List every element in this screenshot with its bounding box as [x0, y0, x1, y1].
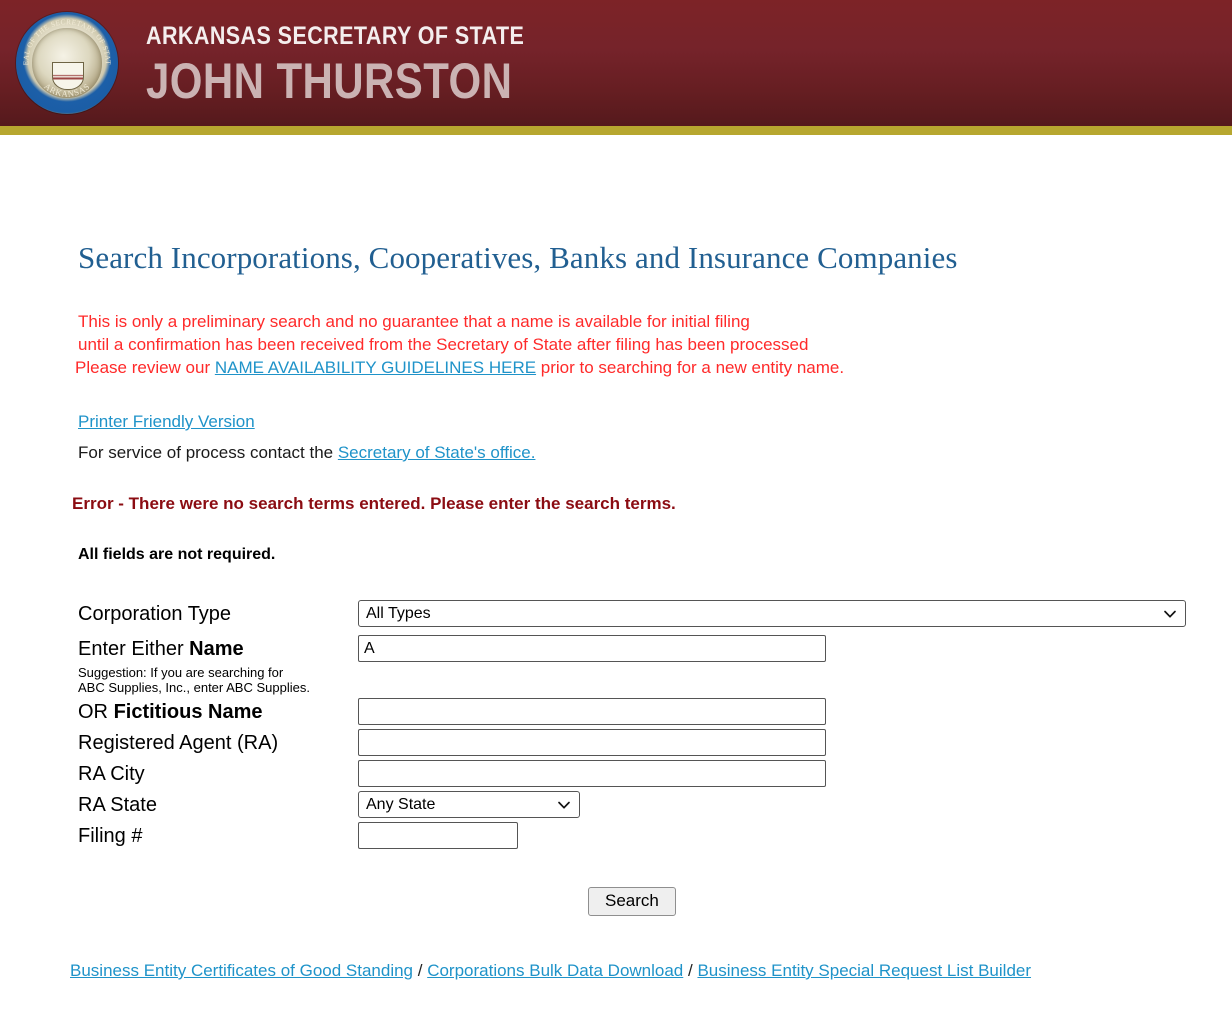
state-seal-icon: SEAL OF THE SECRETARY OF STATE ARKANSAS: [16, 12, 118, 114]
row-filing-number: Filing #: [78, 822, 1208, 850]
footer-links: Business Entity Certificates of Good Sta…: [70, 961, 1208, 981]
row-entity-name: Enter Either Name Suggestion: If you are…: [78, 635, 1208, 695]
chevron-down-icon: [1164, 610, 1176, 618]
ra-city-input[interactable]: [358, 760, 826, 787]
printer-friendly-row: Printer Friendly Version: [78, 412, 1208, 432]
printer-friendly-version-link[interactable]: Printer Friendly Version: [78, 412, 255, 431]
search-button[interactable]: Search: [588, 887, 676, 916]
footer-separator-1: /: [413, 961, 428, 980]
preliminary-search-notice: This is only a preliminary search and no…: [75, 310, 1208, 379]
notice-line-3: Please review our NAME AVAILABILITY GUID…: [75, 356, 1208, 379]
corporation-type-control: All Types: [358, 600, 1208, 627]
svg-text:ARKANSAS: ARKANSAS: [42, 81, 91, 99]
ra-state-value: Any State: [366, 796, 436, 813]
row-fictitious-name: OR Fictitious Name: [78, 698, 1208, 726]
fields-required-note: All fields are not required.: [78, 546, 276, 563]
fictitious-name-control: [358, 698, 1208, 725]
notice-line-1: This is only a preliminary search and no…: [78, 312, 750, 331]
entity-name-label-bold: Name: [189, 638, 244, 660]
entity-name-label: Enter Either Name: [78, 635, 358, 663]
entity-name-input[interactable]: [358, 635, 826, 662]
fictitious-name-label-bold: Fictitious Name: [113, 701, 263, 723]
fictitious-name-input[interactable]: [358, 698, 826, 725]
entity-name-control: [358, 635, 1208, 662]
state-seal-ring-text: SEAL OF THE SECRETARY OF STATE ARKANSAS: [16, 12, 113, 99]
registered-agent-control: [358, 729, 1208, 756]
row-corporation-type: Corporation Type All Types: [78, 600, 1208, 628]
search-button-row: Search: [78, 887, 1208, 916]
entity-name-suggestion-line-1: Suggestion: If you are searching for: [78, 665, 284, 680]
agency-name: ARKANSAS SECRETARY OF STATE: [146, 22, 525, 50]
row-ra-state: RA State Any State: [78, 791, 1208, 819]
bulk-data-download-link[interactable]: Corporations Bulk Data Download: [427, 961, 683, 980]
entity-name-suggestion-line-2: ABC Supplies, Inc., enter ABC Supplies.: [78, 680, 310, 695]
gold-divider-bar: [0, 126, 1232, 135]
corporation-type-select[interactable]: All Types: [358, 600, 1186, 627]
fictitious-name-label-prefix: OR: [78, 701, 114, 723]
entity-name-label-block: Enter Either Name Suggestion: If you are…: [78, 635, 358, 695]
corporation-type-label: Corporation Type: [78, 603, 232, 625]
ra-state-control: Any State: [358, 791, 1208, 818]
main-content: Search Incorporations, Cooperatives, Ban…: [0, 135, 1232, 981]
chevron-down-icon: [558, 801, 570, 809]
good-standing-certificates-link[interactable]: Business Entity Certificates of Good Sta…: [70, 961, 413, 980]
notice-line-2: until a confirmation has been received f…: [78, 335, 809, 354]
header-titles: ARKANSAS SECRETARY OF STATE JOHN THURSTO…: [146, 22, 586, 108]
filing-number-control: [358, 822, 1208, 849]
row-ra-city: RA City: [78, 760, 1208, 788]
official-name: JOHN THURSTON: [146, 53, 513, 109]
entity-search-form: Corporation Type All Types Enter Either …: [78, 600, 1208, 916]
corporation-type-value: All Types: [366, 605, 431, 622]
svg-text:SEAL OF THE SECRETARY OF STATE: SEAL OF THE SECRETARY OF STATE: [16, 12, 113, 65]
ra-city-label: RA City: [78, 763, 145, 785]
filing-number-input[interactable]: [358, 822, 518, 849]
footer-separator-2: /: [683, 961, 698, 980]
name-availability-guidelines-link[interactable]: NAME AVAILABILITY GUIDELINES HERE: [215, 358, 536, 377]
filing-number-label: Filing #: [78, 825, 143, 847]
notice-line-3-after: prior to searching for a new entity name…: [536, 358, 845, 377]
registered-agent-input[interactable]: [358, 729, 826, 756]
special-request-list-builder-link[interactable]: Business Entity Special Request List Bui…: [697, 961, 1031, 980]
entity-name-label-prefix: Enter Either: [78, 638, 190, 660]
ra-state-select[interactable]: Any State: [358, 791, 580, 818]
error-message: Error - There were no search terms enter…: [72, 494, 676, 513]
fictitious-name-label: OR Fictitious Name: [78, 698, 358, 726]
notice-line-3-before: Please review our: [75, 358, 215, 377]
secretary-of-state-office-link[interactable]: Secretary of State's office.: [338, 443, 536, 462]
page-title: Search Incorporations, Cooperatives, Ban…: [78, 240, 958, 275]
service-of-process-text: For service of process contact the: [78, 443, 338, 462]
row-registered-agent: Registered Agent (RA): [78, 729, 1208, 757]
service-of-process-row: For service of process contact the Secre…: [78, 443, 1208, 463]
ra-state-label: RA State: [78, 794, 157, 816]
site-header: SEAL OF THE SECRETARY OF STATE ARKANSAS …: [0, 0, 1232, 126]
entity-name-suggestion: Suggestion: If you are searching for ABC…: [78, 665, 368, 695]
registered-agent-label: Registered Agent (RA): [78, 732, 279, 754]
ra-city-control: [358, 760, 1208, 787]
